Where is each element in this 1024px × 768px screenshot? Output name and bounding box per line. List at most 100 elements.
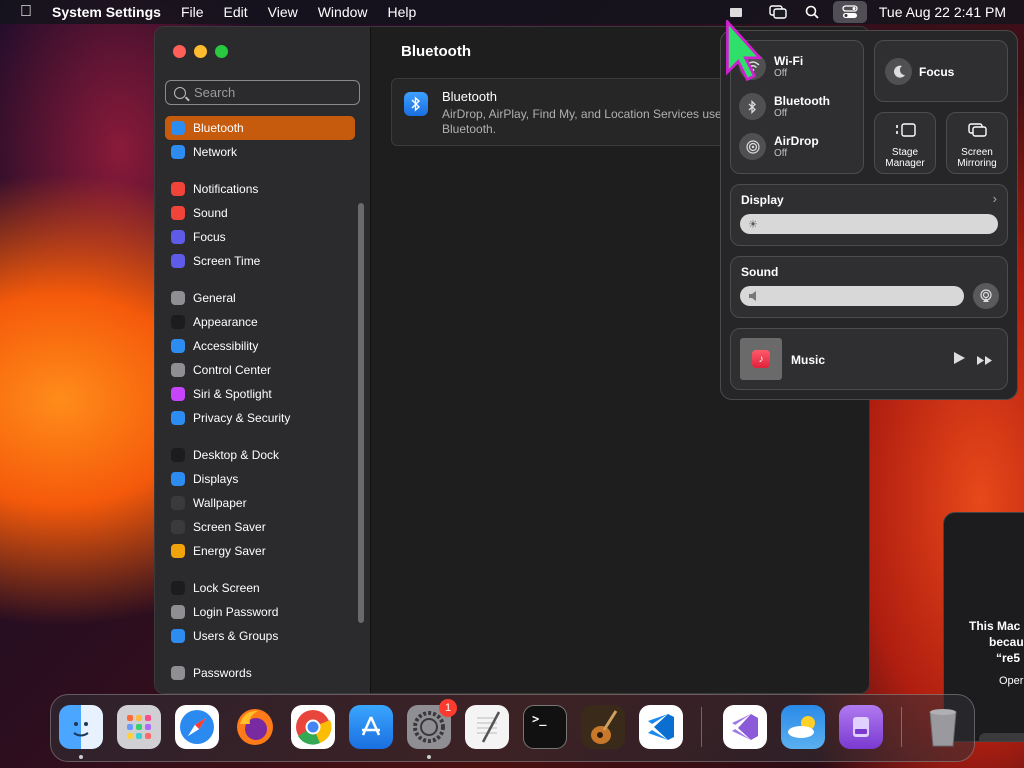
- sidebar-item-users-groups[interactable]: Users & Groups: [165, 624, 355, 648]
- dock: 1 >_: [50, 694, 975, 762]
- sidebar-item-general[interactable]: General: [165, 286, 355, 310]
- sidebar-scrollbar[interactable]: [358, 203, 364, 623]
- sidebar-item-notifications[interactable]: Notifications: [165, 177, 355, 201]
- sidebar-item-bluetooth[interactable]: Bluetooth: [165, 116, 355, 140]
- sidebar-item-screen-time[interactable]: Screen Time: [165, 249, 355, 273]
- sidebar-item-accessibility[interactable]: Accessibility: [165, 334, 355, 358]
- terminal-icon[interactable]: >_: [523, 705, 567, 749]
- flower-icon: [171, 496, 185, 510]
- music-tile[interactable]: ♪ Music: [730, 328, 1008, 390]
- sidebar-item-label: Energy Saver: [193, 544, 266, 558]
- sidebar-item-login-password[interactable]: Login Password: [165, 600, 355, 624]
- finder-icon[interactable]: [59, 705, 103, 749]
- sidebar-item-screen-saver[interactable]: Screen Saver: [165, 515, 355, 539]
- sidebar-item-siri-spotlight[interactable]: Siri & Spotlight: [165, 382, 355, 406]
- stage-manager-label-2: Manager: [885, 158, 925, 169]
- apple-menu-icon[interactable]: : [0, 3, 52, 21]
- stage-manager-tile[interactable]: Stage Manager: [874, 112, 936, 174]
- vscode-icon[interactable]: [639, 705, 683, 749]
- sidebar-item-label: Desktop & Dock: [193, 448, 280, 462]
- bluetooth-icon: [171, 121, 185, 135]
- sidebar-item-appearance[interactable]: Appearance: [165, 310, 355, 334]
- fast-forward-icon[interactable]: [976, 353, 994, 371]
- notification-badge: 1: [439, 699, 457, 717]
- sidebar-item-label: Screen Time: [193, 254, 261, 268]
- menu-clock[interactable]: Tue Aug 22 2:41 PM: [871, 4, 1024, 20]
- chevron-right-icon[interactable]: ›: [993, 191, 997, 206]
- visual-studio-icon[interactable]: [723, 705, 767, 749]
- sidebar-item-displays[interactable]: Displays: [165, 467, 355, 491]
- app-store-icon[interactable]: [349, 705, 393, 749]
- menu-file[interactable]: File: [171, 4, 214, 20]
- music-artwork: ♪: [740, 338, 782, 380]
- menu-view[interactable]: View: [258, 4, 308, 20]
- disk-utility-icon[interactable]: [839, 705, 883, 749]
- sidebar-section-gap: [165, 273, 355, 286]
- launchpad-icon[interactable]: [117, 705, 161, 749]
- volume-slider[interactable]: [740, 286, 964, 306]
- sidebar-item-label: Lock Screen: [193, 581, 260, 595]
- sidebar-item-desktop-dock[interactable]: Desktop & Dock: [165, 443, 355, 467]
- brightness-slider[interactable]: ☀: [740, 214, 998, 234]
- airplay-audio-icon[interactable]: [973, 283, 999, 309]
- control-center-menu-icon[interactable]: [832, 1, 867, 23]
- bluetooth-card: Bluetooth AirDrop, AirPlay, Find My, and…: [391, 78, 731, 146]
- sidebar-item-label: Displays: [193, 472, 239, 486]
- search-input[interactable]: [194, 85, 354, 100]
- chrome-icon[interactable]: [291, 705, 335, 749]
- focus-tile[interactable]: Focus: [874, 40, 1008, 102]
- spotlight-search-icon[interactable]: [795, 1, 829, 23]
- sidebar-item-label: Login Password: [193, 605, 279, 619]
- moon-icon: [885, 58, 912, 85]
- sidebar-section-gap: [165, 164, 355, 177]
- bluetooth-card-title: Bluetooth: [442, 89, 497, 104]
- sidebar-item-label: General: [193, 291, 236, 305]
- sidebar-item-focus[interactable]: Focus: [165, 225, 355, 249]
- sidebar-item-network[interactable]: Network: [165, 140, 355, 164]
- firefox-icon[interactable]: [233, 705, 277, 749]
- trash-icon[interactable]: [921, 705, 965, 749]
- sidebar-item-label: Accessibility: [193, 339, 259, 353]
- close-window-button[interactable]: [173, 45, 186, 58]
- bluetooth-card-description: AirDrop, AirPlay, Find My, and Location …: [442, 107, 722, 136]
- sidebar-item-wallpaper[interactable]: Wallpaper: [165, 491, 355, 515]
- alert-text-line-4[interactable]: Oper: [999, 675, 1023, 687]
- menu-window[interactable]: Window: [308, 4, 378, 20]
- play-icon[interactable]: [952, 351, 966, 370]
- weather-icon[interactable]: [781, 705, 825, 749]
- airdrop-toggle[interactable]: AirDrop Off: [739, 133, 819, 160]
- gear-icon: [171, 291, 185, 305]
- system-settings-icon[interactable]: 1: [407, 699, 457, 749]
- textedit-icon[interactable]: [465, 705, 509, 749]
- sidebar-item-label: Sound: [193, 206, 228, 220]
- window-controls: [173, 45, 228, 58]
- screen-mirroring-tile[interactable]: Screen Mirroring: [946, 112, 1008, 174]
- safari-icon[interactable]: [175, 705, 219, 749]
- zoom-window-button[interactable]: [215, 45, 228, 58]
- lock-icon: [171, 581, 185, 595]
- sidebar-item-control-center[interactable]: Control Center: [165, 358, 355, 382]
- menu-edit[interactable]: Edit: [214, 4, 258, 20]
- alert-button[interactable]: A: [979, 733, 1024, 741]
- menu-app-name[interactable]: System Settings: [52, 4, 171, 20]
- garageband-icon[interactable]: [581, 705, 625, 749]
- page-title: Bluetooth: [401, 43, 471, 60]
- sidebar-search[interactable]: [165, 80, 360, 105]
- bluetooth-toggle[interactable]: Bluetooth Off: [739, 93, 830, 120]
- sidebar-item-label: Control Center: [193, 363, 272, 377]
- sidebar-item-energy-saver[interactable]: Energy Saver: [165, 539, 355, 563]
- minimize-window-button[interactable]: [194, 45, 207, 58]
- sidebar-section-gap: [165, 563, 355, 576]
- sidebar-item-passwords[interactable]: Passwords: [165, 661, 355, 685]
- sidebar-item-privacy-security[interactable]: Privacy & Security: [165, 406, 355, 430]
- sidebar-item-label: Notifications: [193, 182, 259, 196]
- menu-help[interactable]: Help: [378, 4, 427, 20]
- screen-mirroring-menu-icon[interactable]: [761, 1, 795, 23]
- sidebar-item-sound[interactable]: Sound: [165, 201, 355, 225]
- globe-icon: [171, 145, 185, 159]
- bell-icon: [171, 182, 185, 196]
- sidebar-item-lock-screen[interactable]: Lock Screen: [165, 576, 355, 600]
- sidebar-section-gap: [165, 648, 355, 661]
- display-label: Display: [741, 193, 784, 207]
- sidebar-item-label: Users & Groups: [193, 629, 279, 643]
